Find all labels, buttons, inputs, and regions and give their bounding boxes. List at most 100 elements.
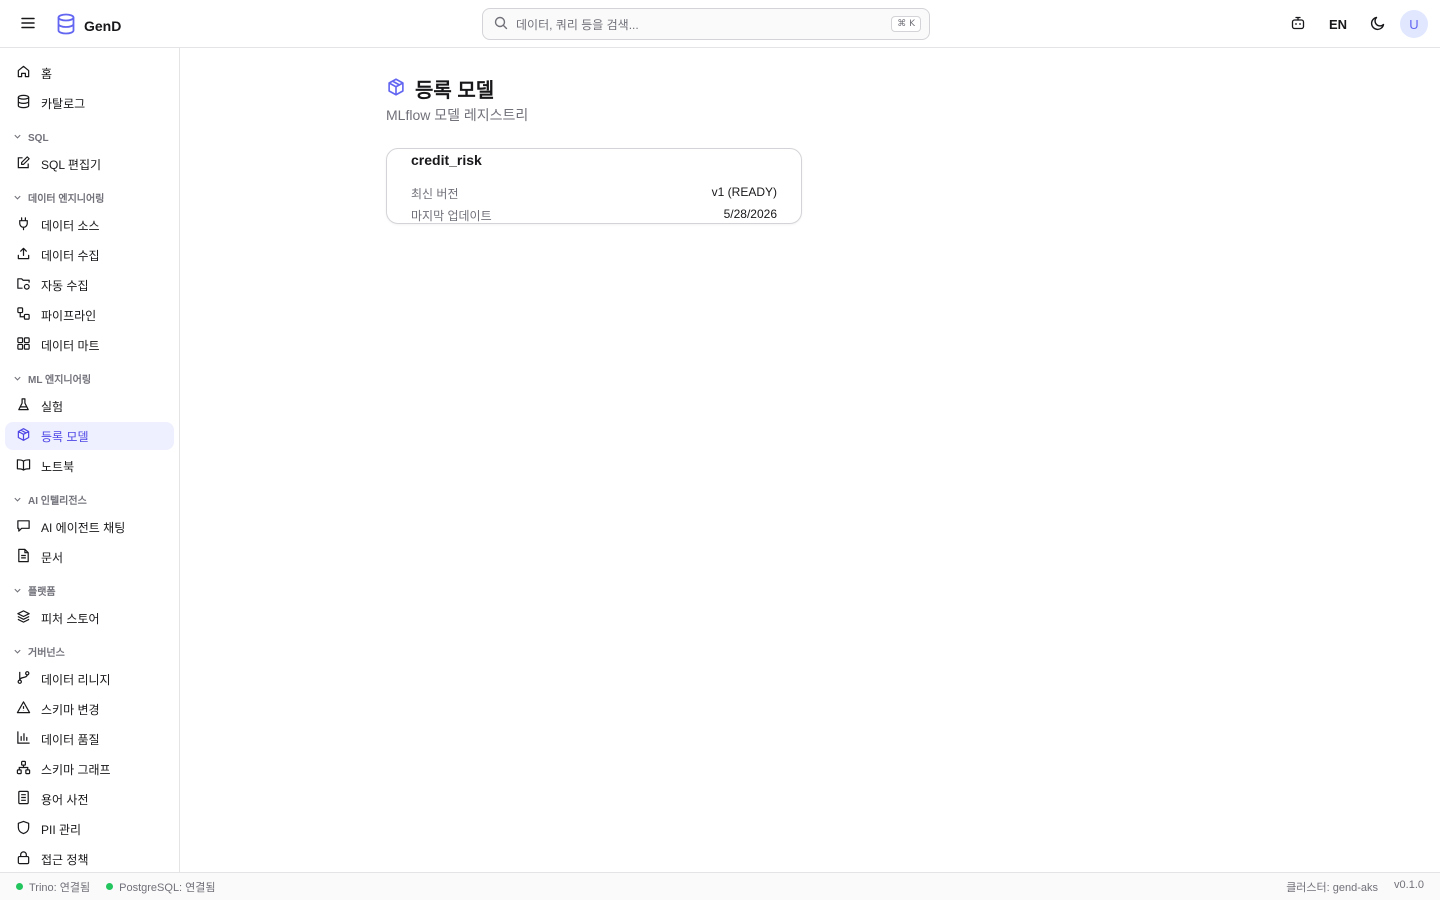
sidebar-item-data-lineage[interactable]: 데이터 리니지 <box>5 665 174 693</box>
section-platform[interactable]: 플랫폼 <box>0 573 179 604</box>
latest-version-value: v1 (READY) <box>711 185 777 199</box>
theme-toggle-button[interactable] <box>1364 10 1392 38</box>
sidebar-item-label: 홈 <box>41 66 53 81</box>
brand[interactable]: GenD <box>56 13 121 38</box>
sidebar-item-ai-agent-chat[interactable]: AI 에이전트 채팅 <box>5 513 174 541</box>
sidebar-item-label: 실험 <box>41 399 64 414</box>
section-governance[interactable]: 거버넌스 <box>0 634 179 665</box>
sidebar-item-notebooks[interactable]: 노트북 <box>5 452 174 480</box>
warning-icon <box>16 700 31 718</box>
section-ml-engineering[interactable]: ML 엔지니어링 <box>0 361 179 392</box>
sidebar-item-label: 노트북 <box>41 459 75 474</box>
chevron-down-icon <box>13 193 22 205</box>
trino-status: Trino: 연결됨 <box>16 879 90 895</box>
sidebar-item-experiments[interactable]: 실험 <box>5 392 174 420</box>
sidebar-item-home[interactable]: 홈 <box>5 59 174 87</box>
top-header: GenD 데이터, 쿼리 등을 검색... ⌘ K EN U <box>0 0 1440 48</box>
sidebar-item-schema-graph[interactable]: 스키마 그래프 <box>5 755 174 783</box>
trino-status-text: Trino: 연결됨 <box>29 881 91 894</box>
status-bar: Trino: 연결됨 PostgreSQL: 연결됨 클러스터: gend-ak… <box>0 872 1440 900</box>
sidebar-item-label: AI 에이전트 채팅 <box>41 520 126 535</box>
flask-icon <box>16 397 31 415</box>
search-placeholder: 데이터, 쿼리 등을 검색... <box>516 17 639 32</box>
user-avatar[interactable]: U <box>1400 10 1428 38</box>
last-updated-label: 마지막 업데이트 <box>411 209 492 223</box>
model-card[interactable]: credit_risk 최신 버전 v1 (READY) 마지막 업데이트 5/… <box>386 148 802 224</box>
postgres-status-text: PostgreSQL: 연결됨 <box>119 881 216 894</box>
lock-icon <box>16 850 31 868</box>
package-icon <box>16 427 31 445</box>
sidebar-item-label: 데이터 품질 <box>41 732 100 747</box>
main-content: 등록 모델 MLflow 모델 레지스트리 credit_risk 최신 버전 … <box>180 48 1440 872</box>
sidebar-item-catalog[interactable]: 카탈로그 <box>5 89 174 117</box>
sidebar-item-feature-store[interactable]: 피처 스토어 <box>5 604 174 632</box>
section-title: 거버넌스 <box>28 648 65 659</box>
sidebar-item-label: 문서 <box>41 550 64 565</box>
app-version: v0.1.0 <box>1394 878 1424 891</box>
section-title: 플랫폼 <box>28 587 56 598</box>
sidebar-item-label: 카탈로그 <box>41 96 86 111</box>
moon-icon <box>1370 15 1386 34</box>
sidebar-item-pipelines[interactable]: 파이프라인 <box>5 301 174 329</box>
search-icon <box>494 16 508 33</box>
sidebar: 홈 카탈로그 SQL SQL 편집기 데이터 엔지니어링 데이터 소스 데이터 … <box>0 48 180 872</box>
sidebar-item-label: 데이터 리니지 <box>41 672 111 687</box>
menu-toggle-button[interactable] <box>16 12 40 36</box>
latest-version-label: 최신 버전 <box>411 187 459 201</box>
ai-assistant-button[interactable] <box>1284 10 1312 38</box>
network-icon <box>16 760 31 778</box>
app-name: GenD <box>84 17 122 34</box>
page-subtitle: MLflow 모델 레지스트리 <box>386 107 529 123</box>
sidebar-item-label: 파이프라인 <box>41 308 97 323</box>
sidebar-item-label: SQL 편집기 <box>41 157 102 172</box>
latest-version-row: 최신 버전 v1 (READY) <box>411 185 777 202</box>
shield-icon <box>16 820 31 838</box>
sidebar-item-data-sources[interactable]: 데이터 소스 <box>5 211 174 239</box>
section-ai-intelligence[interactable]: AI 인텔리전스 <box>0 482 179 513</box>
edit-icon <box>16 155 31 173</box>
sidebar-item-pii[interactable]: PII 관리 <box>5 815 174 843</box>
last-updated-row: 마지막 업데이트 5/28/2026 <box>411 207 777 224</box>
sidebar-item-documents[interactable]: 문서 <box>5 543 174 571</box>
chevron-down-icon <box>13 586 22 598</box>
package-icon <box>386 77 406 100</box>
page-title: 등록 모델 <box>415 80 495 102</box>
cluster-name: 클러스터: gend-aks <box>1286 881 1379 894</box>
grid-icon <box>16 336 31 354</box>
git-branch-icon <box>16 670 31 688</box>
sidebar-item-label: PII 관리 <box>41 822 82 837</box>
sidebar-item-label: 데이터 소스 <box>41 218 100 233</box>
chevron-down-icon <box>13 647 22 659</box>
section-title: ML 엔지니어링 <box>28 375 92 386</box>
chevron-down-icon <box>13 495 22 507</box>
sidebar-item-sql-editor[interactable]: SQL 편집기 <box>5 150 174 178</box>
sidebar-item-auto-ingestion[interactable]: 자동 수집 <box>5 271 174 299</box>
search-input[interactable]: 데이터, 쿼리 등을 검색... ⌘ K <box>482 8 930 40</box>
sidebar-item-label: 피처 스토어 <box>41 611 100 626</box>
bot-icon <box>1290 15 1306 34</box>
section-data-engineering[interactable]: 데이터 엔지니어링 <box>0 180 179 211</box>
search-shortcut: ⌘ K <box>891 16 921 32</box>
sidebar-item-data-quality[interactable]: 데이터 품질 <box>5 725 174 753</box>
sidebar-item-access-policy[interactable]: 접근 정책 <box>5 845 174 873</box>
chevron-down-icon <box>13 132 22 144</box>
language-toggle[interactable]: EN <box>1320 10 1356 38</box>
sidebar-item-label: 스키마 변경 <box>41 702 100 717</box>
plug-icon <box>16 216 31 234</box>
sidebar-item-label: 데이터 수집 <box>41 248 100 263</box>
upload-icon <box>16 246 31 264</box>
sidebar-item-glossary[interactable]: 용어 사전 <box>5 785 174 813</box>
section-sql[interactable]: SQL <box>0 119 179 150</box>
sidebar-item-data-mart[interactable]: 데이터 마트 <box>5 331 174 359</box>
model-name: credit_risk <box>411 152 482 168</box>
database-icon <box>16 94 31 112</box>
sidebar-item-label: 스키마 그래프 <box>41 762 111 777</box>
home-icon <box>16 64 31 82</box>
sidebar-item-ingestion[interactable]: 데이터 수집 <box>5 241 174 269</box>
sidebar-item-registered-models[interactable]: 등록 모델 <box>5 422 174 450</box>
book-icon <box>16 457 31 475</box>
document-icon <box>16 548 31 566</box>
layers-icon <box>16 609 31 627</box>
postgres-status: PostgreSQL: 연결됨 <box>106 879 216 895</box>
sidebar-item-schema-changes[interactable]: 스키마 변경 <box>5 695 174 723</box>
